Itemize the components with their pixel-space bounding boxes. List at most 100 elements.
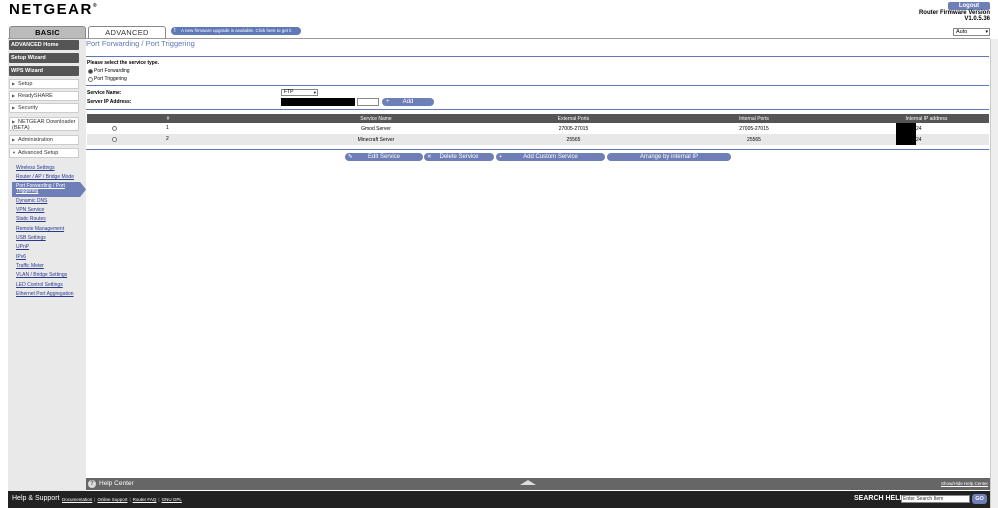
sidebar-item-traffic-meter[interactable]: Traffic Meter xyxy=(16,263,44,269)
sidebar-section-advanced-setup[interactable]: ▼ Advanced Setup xyxy=(9,148,79,158)
sidebar-item-vlan-bridge[interactable]: VLAN / Bridge Settings xyxy=(16,272,67,278)
row-number: 1 xyxy=(166,125,169,131)
sidebar-item-remote-management[interactable]: Remote Management xyxy=(16,226,64,232)
chevron-down-icon: ▾ xyxy=(313,90,316,95)
port-forwarding-radio[interactable] xyxy=(88,68,93,74)
sidebar-section-downloader[interactable]: ▶ NETGEAR Downloader (BETA) xyxy=(9,117,79,131)
port-triggering-radio[interactable] xyxy=(88,76,93,82)
table-row[interactable]: 2 Minecraft Server 25565 25565 24 xyxy=(87,134,989,145)
ip-redaction xyxy=(896,123,916,134)
sidebar-wps-wizard[interactable]: WPS Wizard xyxy=(9,66,79,76)
sidebar-item-ethernet-aggregation[interactable]: Ethernet Port Aggregation xyxy=(16,291,74,297)
section-divider xyxy=(86,149,989,150)
table-header: # Service Name External Ports Internal P… xyxy=(87,114,989,123)
service-table: # Service Name External Ports Internal P… xyxy=(87,114,989,145)
sidebar-section-readyshare[interactable]: ▶ ReadySHARE xyxy=(9,91,79,101)
search-input[interactable]: Enter Search Item xyxy=(901,495,970,503)
service-name-cell: Minecraft Server xyxy=(249,134,503,145)
server-ip-label: Server IP Address: xyxy=(87,99,132,105)
column-header: External Ports xyxy=(503,114,644,123)
sidebar: ADVANCED Home Setup Wizard WPS Wizard ▶ S… xyxy=(8,39,86,491)
external-ports-cell: 25565 xyxy=(503,134,644,145)
table-row[interactable]: 1 Gmod Server 27005-27015 27005-27015 24 xyxy=(87,123,989,134)
sidebar-item-router-ap-bridge[interactable]: Router / AP / Bridge Mode xyxy=(16,174,74,180)
page-title: Port Forwarding / Port Triggering xyxy=(86,39,195,48)
delete-service-button[interactable]: ✕ Delete Service xyxy=(424,153,494,161)
go-button[interactable]: GO xyxy=(972,494,987,504)
service-type-label: Please select the service type. xyxy=(87,60,159,66)
add-custom-service-button[interactable]: + Add Custom Service xyxy=(496,153,605,161)
port-forwarding-option[interactable]: Port Forwarding xyxy=(88,68,130,74)
language-select[interactable]: Auto ▾ xyxy=(953,28,990,36)
internal-ip-cell: 24 xyxy=(864,123,989,134)
sidebar-item-dynamic-dns[interactable]: Dynamic DNS xyxy=(16,198,47,204)
service-name-label: Service Name: xyxy=(87,90,122,96)
sidebar-item-ipv6[interactable]: IPv6 xyxy=(16,254,26,260)
sidebar-section-administration[interactable]: ▶ Administration xyxy=(9,135,79,145)
tab-advanced[interactable]: ADVANCED xyxy=(88,26,166,38)
sidebar-item-usb-settings[interactable]: USB Settings xyxy=(16,235,46,241)
sidebar-item-vpn-service[interactable]: VPN Service xyxy=(16,207,44,213)
sidebar-item-wireless-settings[interactable]: Wireless Settings xyxy=(16,165,55,171)
sidebar-item-port-forwarding[interactable]: Port Forwarding / Port Triggering xyxy=(12,182,86,197)
column-header: Service Name xyxy=(249,114,503,123)
firmware-version: Router Firmware Version V1.0.5.36 xyxy=(918,10,990,22)
help-center-bar: ? Help Center Show/Hide Help Center xyxy=(86,478,990,490)
section-divider xyxy=(86,85,989,86)
sidebar-item-upnp[interactable]: UPnP xyxy=(16,244,29,250)
sidebar-item-led-control[interactable]: LED Control Settings xyxy=(16,282,63,288)
row-number: 2 xyxy=(166,136,169,142)
logout-button[interactable]: Logout xyxy=(948,2,990,10)
server-ip-last-octet-input[interactable] xyxy=(357,98,379,106)
router-faq-link[interactable]: Router FAQ xyxy=(133,497,157,502)
edit-service-button[interactable]: ✎ Edit Service xyxy=(345,153,423,161)
pencil-icon: ✎ xyxy=(348,154,353,160)
footer-links: Documentation | Online Support | Router FAQ |… xyxy=(62,497,182,502)
column-header: Internal Ports xyxy=(644,114,864,123)
online-support-link[interactable]: Online Support xyxy=(97,497,127,502)
vertical-scrollbar[interactable] xyxy=(990,39,998,508)
tab-basic[interactable]: BASIC xyxy=(9,26,86,38)
sidebar-advanced-home[interactable]: ADVANCED Home xyxy=(9,40,79,50)
search-help-label: SEARCH HELP xyxy=(854,495,905,502)
help-center-title: Help Center xyxy=(99,480,134,487)
firmware-upgrade-notice[interactable]: ! A new firmware upgrade is available. C… xyxy=(171,27,301,35)
arrange-by-ip-button[interactable]: Arrange by internal IP xyxy=(607,153,731,161)
help-icon: ? xyxy=(88,480,96,488)
port-triggering-option[interactable]: Port Triggering xyxy=(88,76,127,82)
sidebar-section-security[interactable]: ▶ Security xyxy=(9,103,79,113)
footer: Help & Support Documentation | Online Supp… xyxy=(8,491,990,508)
row-select-radio[interactable] xyxy=(112,136,117,142)
sidebar-setup-wizard[interactable]: Setup Wizard xyxy=(9,53,79,63)
port-triggering-label: Port Triggering xyxy=(94,76,127,82)
external-ports-cell: 27005-27015 xyxy=(558,125,589,132)
internal-ip-cell: 24 xyxy=(864,134,989,145)
row-select-cell: 2 xyxy=(87,134,249,145)
section-divider xyxy=(86,109,989,110)
service-name-cell: Gmod Server xyxy=(361,125,391,132)
row-select-cell: 1 xyxy=(87,123,249,134)
column-header: # xyxy=(87,114,249,123)
gnu-gpl-link[interactable]: GNU GPL xyxy=(162,497,182,502)
internal-ports-cell: 27005-27015 xyxy=(739,125,769,132)
port-forwarding-label: Port Forwarding xyxy=(94,68,130,74)
plus-icon: + xyxy=(386,99,390,105)
ip-redaction xyxy=(896,134,916,145)
row-select-radio[interactable] xyxy=(112,125,117,131)
add-button[interactable]: + Add xyxy=(382,98,434,106)
service-name-select[interactable]: FTP ▾ xyxy=(281,89,318,96)
plus-icon: + xyxy=(499,154,503,160)
internal-ports-cell: 25565 xyxy=(644,134,864,145)
main-panel: Port Forwarding / Port Triggering Please… xyxy=(86,39,990,478)
close-icon: ✕ xyxy=(427,154,432,160)
sidebar-section-setup[interactable]: ▶ Setup xyxy=(9,79,79,89)
sidebar-item-static-routes[interactable]: Static Routes xyxy=(16,216,46,222)
column-header: Internal IP address xyxy=(864,114,989,123)
chevron-down-icon: ▾ xyxy=(985,29,988,35)
expand-arrow-icon[interactable] xyxy=(520,480,536,485)
show-hide-help-link[interactable]: Show/Hide Help Center xyxy=(941,481,988,486)
alert-icon: ! xyxy=(174,28,176,34)
server-ip-redacted xyxy=(281,98,355,106)
documentation-link[interactable]: Documentation xyxy=(62,497,92,502)
title-divider xyxy=(86,56,989,57)
